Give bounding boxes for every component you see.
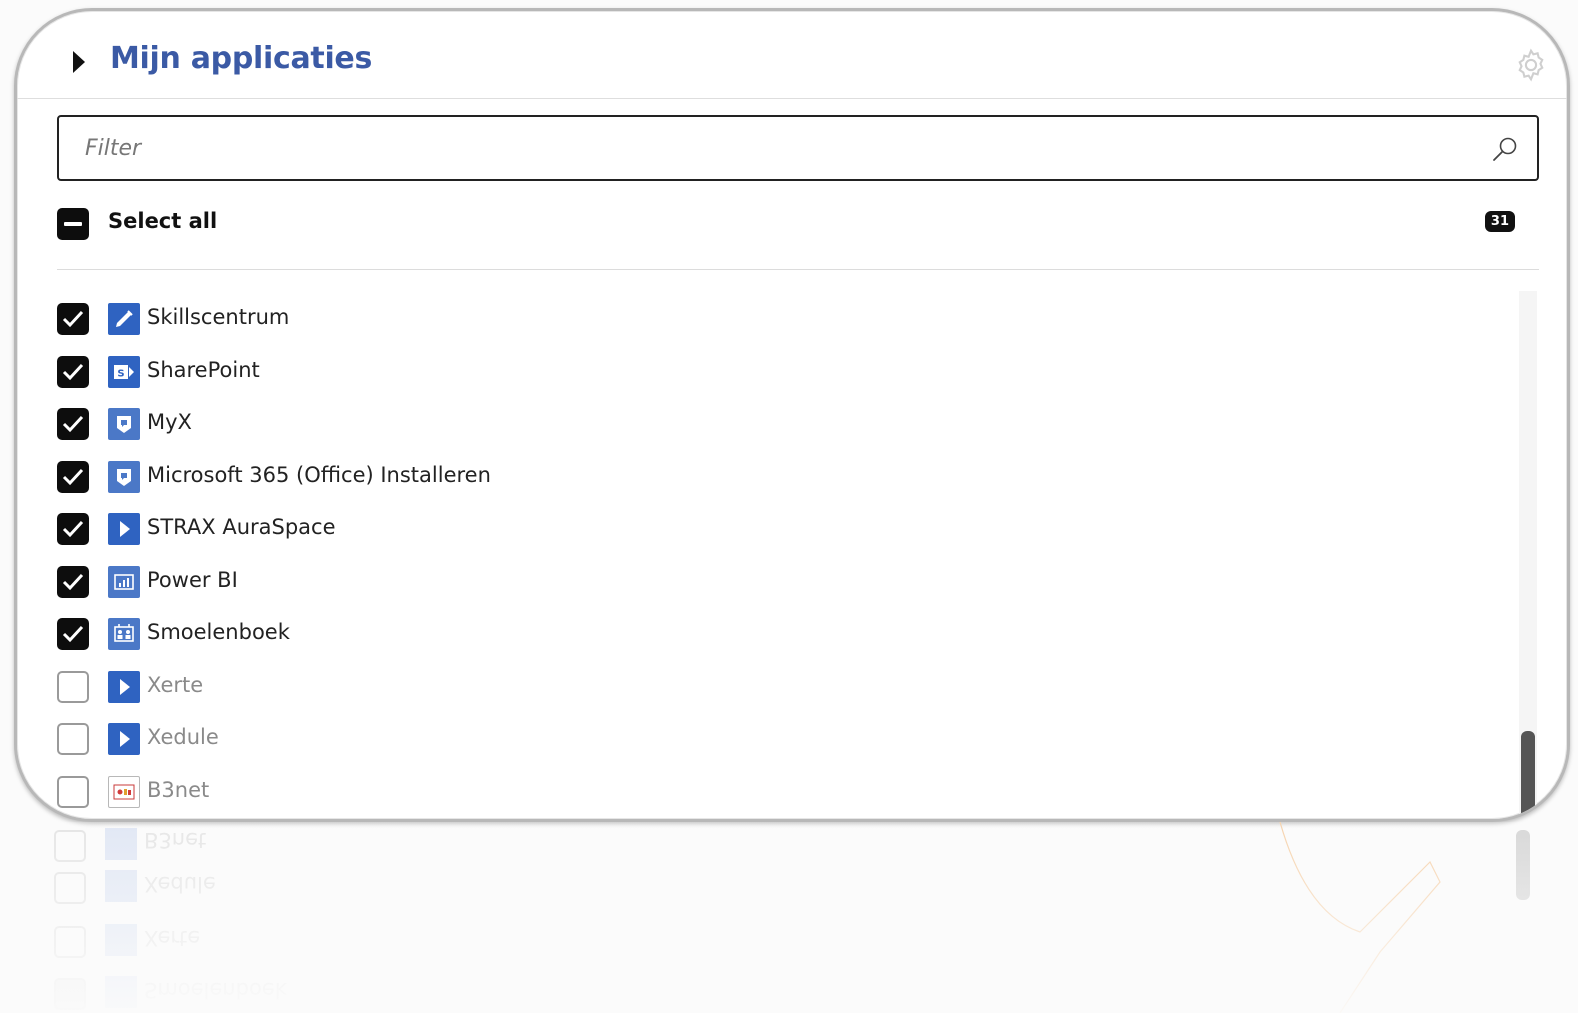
app-label: Microsoft 365 (Office) Installeren bbox=[147, 462, 491, 487]
page-title: Mijn applicaties bbox=[110, 41, 373, 76]
reflection-scrollbar bbox=[1516, 830, 1530, 900]
app-checkbox[interactable] bbox=[57, 723, 89, 755]
stage: Mijn applicaties Select all 31 bbox=[0, 0, 1578, 1013]
list-item[interactable]: Microsoft 365 (Office) Installeren bbox=[57, 459, 1497, 512]
chart-icon bbox=[108, 565, 140, 598]
gear-icon[interactable] bbox=[1513, 47, 1549, 83]
app-label: MyX bbox=[147, 410, 192, 434]
app-label: Xedule bbox=[147, 725, 219, 749]
app-checkbox[interactable] bbox=[57, 355, 89, 388]
app-label: Xerte bbox=[147, 672, 204, 697]
app-checkbox[interactable] bbox=[57, 408, 89, 440]
play-icon bbox=[108, 513, 140, 545]
badge-icon bbox=[108, 408, 140, 440]
reflection-people-icon bbox=[105, 976, 137, 1008]
b3net-icon bbox=[108, 775, 140, 808]
play-icon bbox=[108, 723, 140, 755]
reflection-play-icon bbox=[105, 870, 137, 902]
app-label: STRAX AuraSpace bbox=[147, 515, 336, 539]
people-icon bbox=[108, 618, 140, 650]
select-all-row[interactable]: Select all 31 bbox=[57, 207, 1517, 241]
select-all-checkbox[interactable] bbox=[57, 208, 89, 240]
pen-icon bbox=[108, 303, 140, 335]
play-icon bbox=[108, 670, 140, 703]
count-badge: 31 bbox=[1484, 211, 1515, 232]
reflection-label: Xerte bbox=[144, 926, 201, 950]
reflection-play-icon bbox=[105, 924, 137, 956]
select-all-label: Select all bbox=[108, 209, 218, 233]
list-item[interactable]: B3net bbox=[57, 774, 1497, 820]
search-icon[interactable] bbox=[1491, 135, 1519, 163]
list-item[interactable]: MyX bbox=[57, 406, 1497, 459]
reflection-checkbox bbox=[54, 926, 86, 958]
app-checkbox[interactable] bbox=[57, 565, 89, 598]
app-label: SharePoint bbox=[147, 357, 260, 382]
app-label: Smoelenboek bbox=[147, 620, 290, 644]
logo-watermark-icon bbox=[1279, 822, 1441, 1013]
app-label: B3net bbox=[147, 777, 210, 802]
app-checkbox[interactable] bbox=[57, 775, 89, 808]
reflection-checkbox bbox=[54, 872, 86, 904]
app-label: Skillscentrum bbox=[147, 305, 290, 329]
reflection-b3net-icon bbox=[105, 828, 137, 860]
sharepoint-icon: S bbox=[108, 355, 140, 388]
list-item[interactable]: Skillscentrum bbox=[57, 301, 1497, 354]
filter-field[interactable] bbox=[57, 115, 1539, 181]
reflection-label: B3net bbox=[144, 828, 207, 852]
reflection-checkbox bbox=[54, 830, 86, 862]
collapse-caret-icon[interactable] bbox=[73, 51, 85, 73]
list-item[interactable]: STRAX AuraSpace bbox=[57, 511, 1497, 564]
panel-reflection: B3net Xedule Xerte Smoelenboek bbox=[14, 822, 1570, 1013]
reflection-label: Xedule bbox=[144, 872, 216, 896]
badge-icon bbox=[108, 460, 140, 493]
list-item[interactable]: Xerte bbox=[57, 669, 1497, 722]
list-item[interactable]: Smoelenboek bbox=[57, 616, 1497, 669]
panel-header: Mijn applicaties bbox=[17, 11, 1567, 99]
list-item[interactable]: Xedule bbox=[57, 721, 1497, 774]
list-item[interactable]: Power BI bbox=[57, 564, 1497, 617]
my-apps-panel: Mijn applicaties Select all 31 bbox=[14, 8, 1570, 822]
reflection-checkbox bbox=[54, 978, 86, 1010]
app-checkbox[interactable] bbox=[57, 618, 89, 650]
app-checkbox[interactable] bbox=[57, 513, 89, 545]
app-list: Skillscentrum S SharePoint MyX Microsoft… bbox=[57, 301, 1497, 820]
svg-text:S: S bbox=[117, 368, 124, 379]
app-checkbox[interactable] bbox=[57, 460, 89, 493]
list-item[interactable]: S SharePoint bbox=[57, 354, 1497, 407]
reflection-fade bbox=[14, 822, 1570, 1013]
app-label: Power BI bbox=[147, 567, 238, 592]
reflection-label: Smoelenboek bbox=[144, 978, 287, 1002]
app-checkbox[interactable] bbox=[57, 303, 89, 335]
scrollbar-thumb[interactable] bbox=[1521, 731, 1535, 819]
app-checkbox[interactable] bbox=[57, 670, 89, 703]
filter-input[interactable] bbox=[59, 117, 1537, 179]
divider bbox=[57, 269, 1539, 270]
